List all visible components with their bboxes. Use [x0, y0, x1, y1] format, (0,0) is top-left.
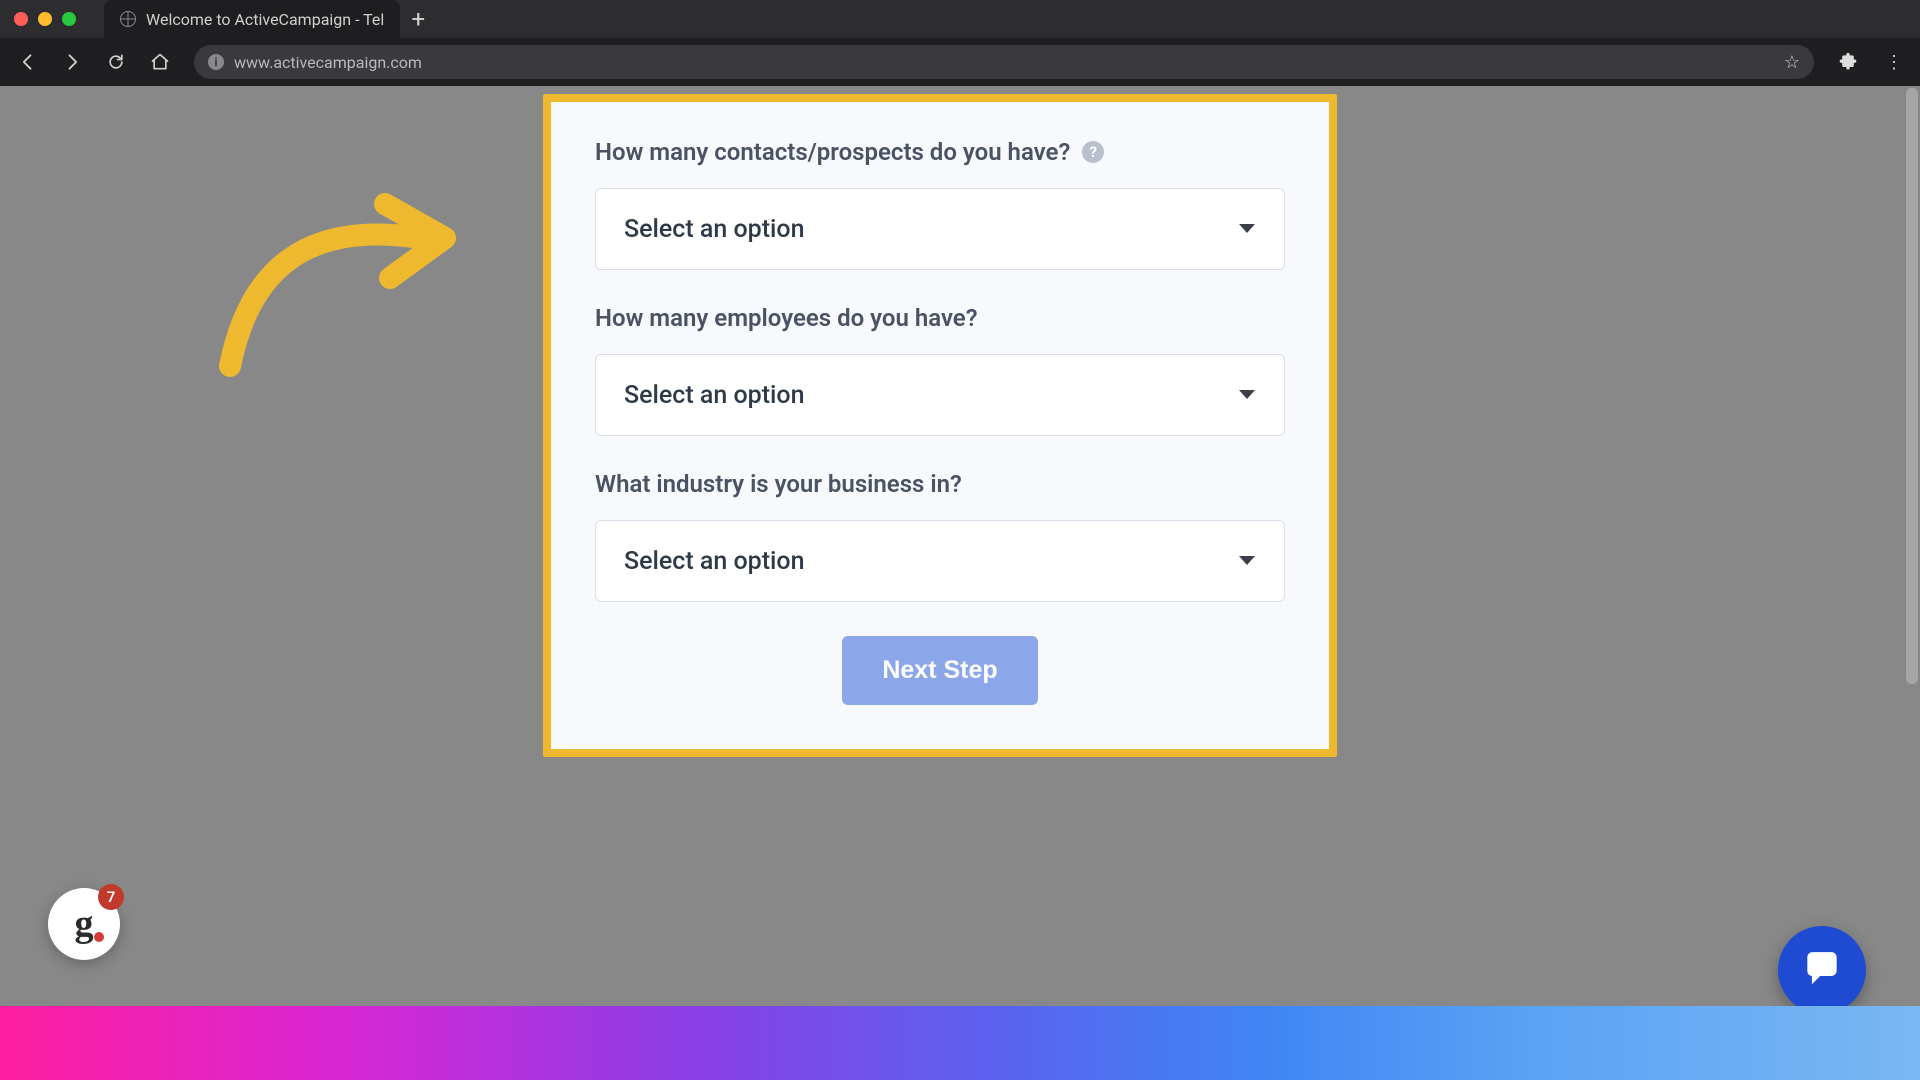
field-contacts: How many contacts/prospects do you have?… — [595, 138, 1285, 270]
select-placeholder: Select an option — [624, 547, 805, 576]
field-employees-label: How many employees do you have? — [595, 304, 1285, 332]
select-placeholder: Select an option — [624, 381, 805, 410]
submit-row: Next Step — [595, 636, 1285, 705]
chevron-down-icon — [1238, 555, 1256, 567]
home-icon — [150, 52, 170, 72]
chat-bubble-icon — [1800, 948, 1844, 992]
page-viewport: How many contacts/prospects do you have?… — [0, 86, 1920, 1080]
back-button[interactable] — [10, 44, 46, 80]
field-industry-label: What industry is your business in? — [595, 470, 1285, 498]
field-industry: What industry is your business in? Selec… — [595, 470, 1285, 602]
field-contacts-label: How many contacts/prospects do you have?… — [595, 138, 1285, 166]
puzzle-icon — [1838, 52, 1858, 72]
arrow-right-icon — [62, 52, 82, 72]
chat-launcher-button[interactable] — [1778, 926, 1866, 1014]
browser-titlebar: Welcome to ActiveCampaign - Tel + — [0, 0, 1920, 38]
chevron-down-icon — [1238, 389, 1256, 401]
kebab-icon: ⋮ — [1885, 52, 1899, 73]
site-info-icon[interactable]: i — [208, 54, 224, 70]
chevron-down-icon — [1238, 223, 1256, 235]
arrow-left-icon — [18, 52, 38, 72]
globe-icon — [120, 11, 136, 27]
address-bar[interactable]: i www.activecampaign.com ☆ — [194, 45, 1814, 79]
help-icon[interactable]: ? — [1082, 141, 1104, 163]
reload-button[interactable] — [98, 44, 134, 80]
onboarding-form-highlight: How many contacts/prospects do you have?… — [543, 94, 1337, 757]
field-contacts-select[interactable]: Select an option — [595, 188, 1285, 270]
annotation-arrow-icon — [190, 166, 490, 386]
extensions-button[interactable] — [1830, 44, 1866, 80]
field-employees: How many employees do you have? Select a… — [595, 304, 1285, 436]
onboarding-form: How many contacts/prospects do you have?… — [551, 102, 1329, 749]
window-maximize-button[interactable] — [62, 12, 76, 26]
home-button[interactable] — [142, 44, 178, 80]
browser-toolbar: i www.activecampaign.com ☆ ⋮ — [0, 38, 1920, 86]
browser-tabs: Welcome to ActiveCampaign - Tel + — [104, 0, 436, 38]
forward-button[interactable] — [54, 44, 90, 80]
window-close-button[interactable] — [14, 12, 28, 26]
notification-badge: 7 — [98, 884, 124, 910]
tab-title: Welcome to ActiveCampaign - Tel — [146, 10, 384, 29]
window-minimize-button[interactable] — [38, 12, 52, 26]
new-tab-button[interactable]: + — [400, 0, 436, 38]
browser-menu-button[interactable]: ⋮ — [1874, 44, 1910, 80]
bookmark-star-icon[interactable]: ☆ — [1784, 52, 1800, 73]
window-controls — [14, 12, 76, 26]
reload-icon — [106, 52, 126, 72]
footer-gradient — [0, 1006, 1920, 1080]
browser-tab-active[interactable]: Welcome to ActiveCampaign - Tel — [104, 0, 400, 38]
dot-icon — [94, 932, 104, 942]
next-step-button[interactable]: Next Step — [842, 636, 1037, 705]
select-placeholder: Select an option — [624, 215, 805, 244]
field-industry-select[interactable]: Select an option — [595, 520, 1285, 602]
field-employees-select[interactable]: Select an option — [595, 354, 1285, 436]
url-text: www.activecampaign.com — [234, 53, 1774, 72]
extension-logo: g — [75, 905, 94, 943]
extension-widget[interactable]: g 7 — [48, 888, 120, 960]
